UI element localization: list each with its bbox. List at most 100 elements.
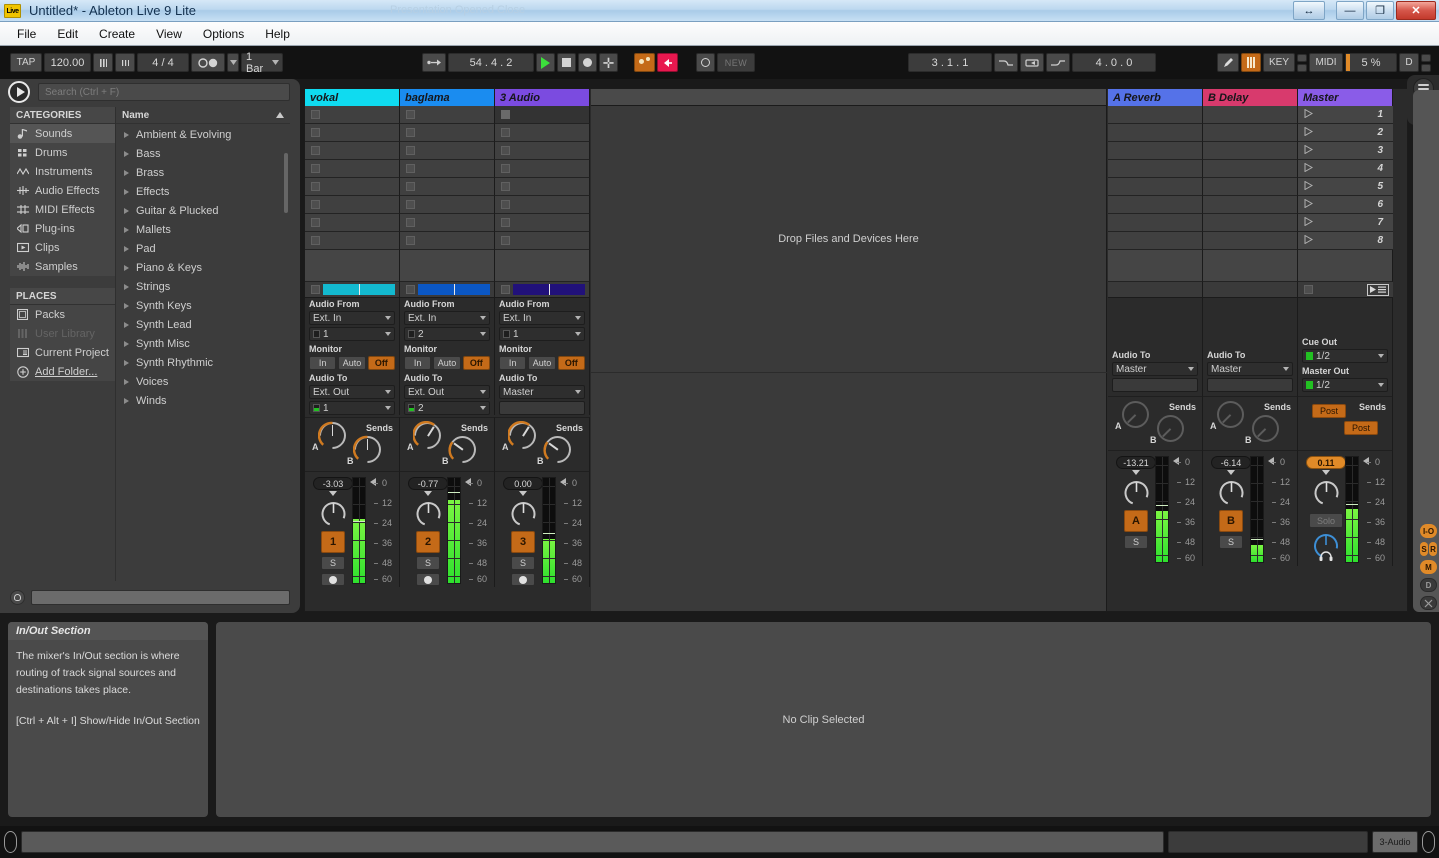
pan-knob[interactable]	[1217, 477, 1246, 506]
clip-slot[interactable]	[400, 214, 495, 232]
audio-from-selector[interactable]: Ext. In	[309, 311, 395, 325]
monitor-auto-button[interactable]: Auto	[338, 356, 365, 370]
pan-knob[interactable]	[414, 498, 443, 527]
list-item[interactable]: Winds	[116, 391, 290, 410]
clip-stop-button[interactable]	[501, 218, 510, 227]
follow-icon[interactable]	[1241, 53, 1261, 72]
clip-slot[interactable]	[495, 196, 590, 214]
expand-triangle-icon[interactable]	[124, 284, 129, 290]
list-item[interactable]: Brass	[116, 163, 290, 182]
list-item[interactable]: Mallets	[116, 220, 290, 239]
scene-play-icon[interactable]	[1304, 181, 1313, 193]
back-to-arrangement-button[interactable]	[657, 53, 678, 72]
sidebar-item-audio-effects[interactable]: Audio Effects	[10, 181, 115, 200]
clip-slot[interactable]	[495, 232, 590, 250]
metronome-button[interactable]	[191, 53, 225, 72]
scene-slot[interactable]: 4	[1298, 160, 1393, 178]
sidebar-item-samples[interactable]: Samples	[10, 257, 115, 276]
sidebar-item-packs[interactable]: Packs	[10, 305, 115, 324]
send-b-knob[interactable]: B	[1252, 415, 1279, 442]
maximize-button[interactable]: ❐	[1366, 1, 1394, 20]
expand-triangle-icon[interactable]	[124, 379, 129, 385]
master-title[interactable]: Master	[1298, 89, 1393, 106]
clip-stop-button[interactable]	[311, 182, 320, 191]
list-item[interactable]: Synth Rhythmic	[116, 353, 290, 372]
audio-from-selector[interactable]: Ext. In	[404, 311, 490, 325]
expand-triangle-icon[interactable]	[124, 265, 129, 271]
monitor-auto-button[interactable]: Auto	[528, 356, 555, 370]
output-channel-selector[interactable]	[499, 401, 585, 415]
clip-stop-button[interactable]	[501, 146, 510, 155]
loop-length-field[interactable]: 4 . 0 . 0	[1072, 53, 1156, 72]
audio-from-selector[interactable]: Ext. In	[499, 311, 585, 325]
clip-slot[interactable]	[305, 124, 400, 142]
expand-triangle-icon[interactable]	[124, 132, 129, 138]
clip-stop-button[interactable]	[311, 110, 320, 119]
clip-stop-button[interactable]	[406, 128, 415, 137]
returns-section-toggle[interactable]: R	[1429, 542, 1437, 556]
clip-stop-button[interactable]	[501, 182, 510, 191]
record-arm-button[interactable]	[321, 573, 345, 586]
track-activator-bar[interactable]	[513, 284, 585, 295]
sends-section-toggle[interactable]: S	[1420, 542, 1428, 556]
solo-button[interactable]: S	[321, 556, 345, 570]
expand-triangle-icon[interactable]	[124, 208, 129, 214]
sidebar-item-sounds[interactable]: Sounds	[10, 124, 115, 143]
output-channel-selector[interactable]	[1207, 378, 1293, 392]
stop-clips-button[interactable]	[501, 285, 510, 294]
master-volume-display[interactable]: 0.11	[1306, 456, 1346, 469]
expand-triangle-icon[interactable]	[124, 341, 129, 347]
clip-stop-button[interactable]	[406, 236, 415, 245]
in-out-section-toggle[interactable]: I-O	[1420, 524, 1437, 538]
expand-triangle-icon[interactable]	[124, 151, 129, 157]
status-right-knob[interactable]	[1422, 831, 1435, 853]
clip-slot[interactable]	[305, 232, 400, 250]
scene-play-icon[interactable]	[1304, 109, 1313, 121]
list-item[interactable]: Strings	[116, 277, 290, 296]
expand-triangle-icon[interactable]	[124, 170, 129, 176]
expand-triangle-icon[interactable]	[124, 322, 129, 328]
send-a-knob[interactable]: A	[509, 422, 536, 449]
mixer-section-toggle[interactable]: M	[1420, 560, 1437, 574]
record-arm-button[interactable]	[416, 573, 440, 586]
monitor-in-button[interactable]: In	[499, 356, 526, 370]
clip-slot[interactable]	[495, 160, 590, 178]
output-channel-selector[interactable]	[1112, 378, 1198, 392]
list-item[interactable]: Synth Keys	[116, 296, 290, 315]
stop-button[interactable]	[557, 53, 576, 72]
stop-all-clips-button[interactable]	[1304, 285, 1313, 294]
clip-stop-button[interactable]	[311, 200, 320, 209]
expand-triangle-icon[interactable]	[124, 398, 129, 404]
clip-slot[interactable]	[400, 232, 495, 250]
scene-play-icon[interactable]	[1304, 217, 1313, 229]
menu-file[interactable]: File	[8, 24, 45, 44]
list-item[interactable]: Synth Misc	[116, 334, 290, 353]
status-long-field[interactable]	[21, 831, 1164, 853]
clip-slot[interactable]	[400, 124, 495, 142]
track-activator-button[interactable]: 2	[416, 531, 440, 553]
output-channel-selector[interactable]: 2	[404, 401, 490, 415]
input-channel-selector[interactable]: 1	[499, 327, 585, 341]
clip-stop-button[interactable]	[311, 164, 320, 173]
clip-stop-button[interactable]	[406, 200, 415, 209]
master-pan-knob[interactable]	[1312, 477, 1341, 506]
volume-display[interactable]: -0.77	[408, 477, 448, 490]
record-arm-button[interactable]	[511, 573, 535, 586]
sidebar-item-add-folder[interactable]: Add Folder...	[10, 362, 115, 381]
expand-triangle-icon[interactable]	[124, 227, 129, 233]
browser-name-header[interactable]: Name	[116, 107, 290, 124]
status-left-knob[interactable]	[4, 831, 17, 853]
nudge-down-icon[interactable]	[93, 53, 113, 72]
input-channel-selector[interactable]: 2	[404, 327, 490, 341]
menu-options[interactable]: Options	[194, 24, 253, 44]
send-b-knob[interactable]: B	[544, 436, 571, 463]
track-title[interactable]: 3 Audio	[495, 89, 590, 106]
scene-slot[interactable]: 8	[1298, 232, 1393, 250]
pan-knob[interactable]	[1122, 477, 1151, 506]
automation-arm-button[interactable]	[634, 53, 655, 72]
drop-files-area[interactable]: Drop Files and Devices Here	[591, 106, 1107, 372]
clip-slot[interactable]	[400, 142, 495, 160]
list-item[interactable]: Synth Lead	[116, 315, 290, 334]
clip-stop-button[interactable]	[501, 236, 510, 245]
clip-slot[interactable]	[495, 214, 590, 232]
